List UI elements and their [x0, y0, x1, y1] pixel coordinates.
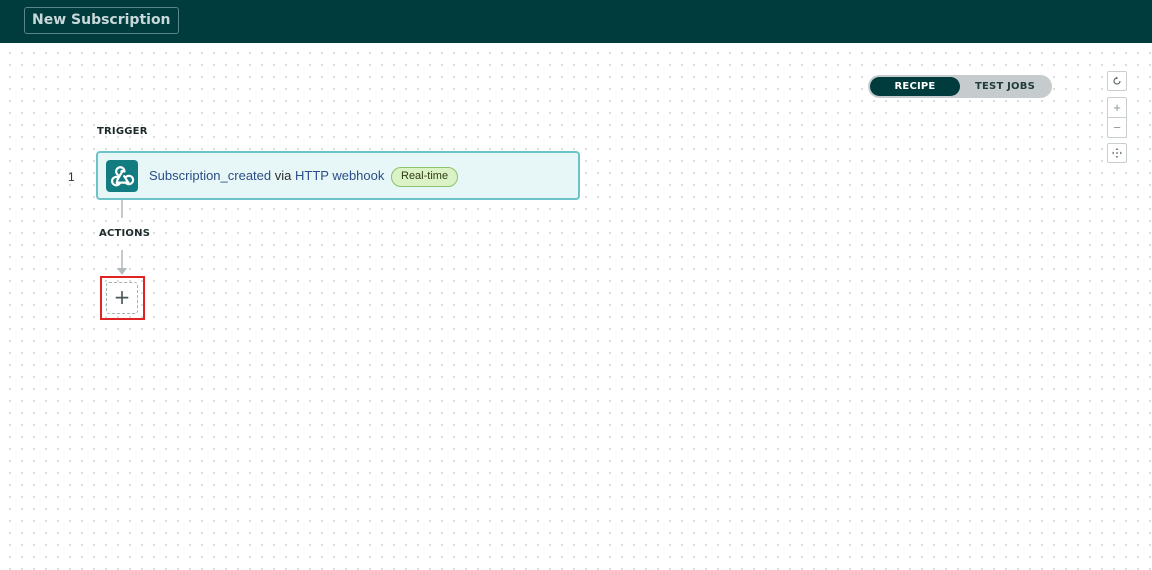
recipe-title[interactable]: New Subscription — [24, 7, 179, 34]
trigger-event-name: Subscription_created — [149, 168, 272, 183]
add-action-button[interactable]: + — [106, 282, 138, 314]
realtime-badge: Real-time — [391, 167, 459, 187]
actions-section-label: ACTIONS — [99, 228, 151, 239]
tab-test-jobs[interactable]: TEST JOBS — [960, 77, 1050, 96]
zoom-controls: + − — [1107, 97, 1127, 138]
reset-icon — [1113, 76, 1121, 85]
arrow-down-icon — [117, 268, 127, 275]
trigger-step-card[interactable]: Subscription_created via HTTP webhook Re… — [96, 151, 580, 200]
trigger-section-label: TRIGGER — [97, 126, 148, 137]
recipe-canvas[interactable]: RECIPE TEST JOBS — [0, 43, 1152, 570]
connector-line — [121, 200, 123, 218]
webhook-icon — [106, 160, 138, 192]
zoom-out-button[interactable]: − — [1108, 118, 1126, 137]
fit-view-button[interactable] — [1107, 143, 1127, 163]
plus-icon: + — [113, 285, 131, 309]
view-toggle: RECIPE TEST JOBS — [868, 75, 1052, 98]
step-number: 1 — [68, 170, 75, 184]
plus-icon: + — [1113, 100, 1121, 115]
trigger-description: Subscription_created via HTTP webhook Re… — [149, 167, 459, 187]
connector-line — [121, 250, 123, 269]
top-header: New Subscription — [0, 0, 1152, 43]
minus-icon: − — [1113, 120, 1121, 135]
fit-view-icon — [1112, 148, 1122, 158]
reset-view-button[interactable] — [1107, 71, 1127, 91]
trigger-via: via — [274, 168, 292, 183]
trigger-connector-name: HTTP webhook — [295, 168, 385, 183]
tab-recipe[interactable]: RECIPE — [870, 77, 960, 96]
zoom-in-button[interactable]: + — [1108, 98, 1126, 118]
